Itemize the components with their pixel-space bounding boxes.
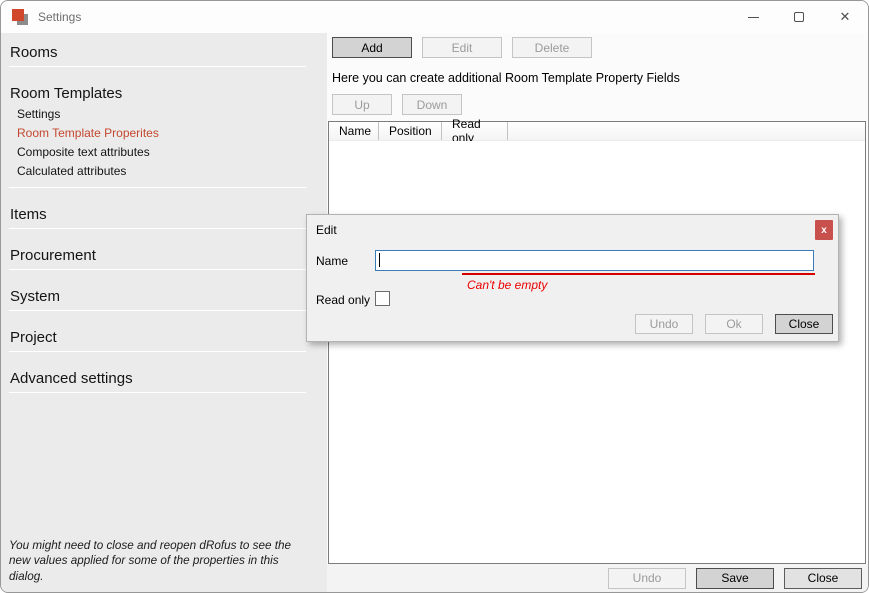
name-label: Name bbox=[316, 254, 348, 268]
table-header: Name Position Read only bbox=[329, 122, 865, 141]
dialog-close-action-button[interactable]: Close bbox=[775, 314, 833, 334]
section-divider bbox=[9, 66, 306, 67]
edit-dialog: Edit x Name Can't be empty Read only Und… bbox=[306, 214, 839, 342]
sidebar-item-room-templates[interactable]: Room Templates bbox=[1, 84, 327, 105]
minimize-icon bbox=[748, 17, 759, 18]
sidebar-item-settings[interactable]: Settings bbox=[1, 105, 327, 124]
section-divider bbox=[9, 310, 306, 311]
section-divider bbox=[9, 187, 306, 188]
section-divider bbox=[9, 392, 306, 393]
title-bar: Settings ✕ bbox=[1, 1, 868, 33]
table-body[interactable] bbox=[329, 141, 865, 563]
add-button[interactable]: Add bbox=[332, 37, 412, 58]
column-header-read-only[interactable]: Read only bbox=[442, 122, 508, 140]
delete-button[interactable]: Delete bbox=[512, 37, 592, 58]
settings-window: Settings ✕ Rooms Room Templates Settings… bbox=[0, 0, 869, 593]
name-field-wrap bbox=[375, 250, 814, 271]
undo-button[interactable]: Undo bbox=[608, 568, 686, 589]
validation-underline bbox=[462, 273, 815, 275]
column-header-position[interactable]: Position bbox=[379, 122, 442, 140]
sidebar: Rooms Room Templates Settings Room Templ… bbox=[1, 33, 327, 592]
sidebar-item-composite-text-attributes[interactable]: Composite text attributes bbox=[1, 143, 327, 162]
text-caret bbox=[379, 253, 380, 267]
dialog-undo-button[interactable]: Undo bbox=[635, 314, 693, 334]
column-header-name[interactable]: Name bbox=[329, 122, 379, 140]
toolbar: Add Edit Delete bbox=[332, 37, 868, 58]
sidebar-item-system[interactable]: System bbox=[1, 287, 327, 308]
sidebar-footnote: You might need to close and reopen dRofu… bbox=[9, 538, 309, 585]
read-only-label: Read only bbox=[316, 293, 370, 307]
footer-bar: Undo Save Close bbox=[327, 564, 868, 592]
sidebar-item-rooms[interactable]: Rooms bbox=[1, 43, 327, 64]
maximize-icon bbox=[794, 12, 804, 22]
app-icon-red-square bbox=[12, 9, 24, 21]
up-button[interactable]: Up bbox=[332, 94, 392, 115]
sidebar-item-procurement[interactable]: Procurement bbox=[1, 246, 327, 267]
app-icon bbox=[11, 8, 29, 26]
dialog-title: Edit bbox=[316, 223, 337, 237]
save-button[interactable]: Save bbox=[696, 568, 774, 589]
sidebar-item-calculated-attributes[interactable]: Calculated attributes bbox=[1, 162, 327, 181]
window-title: Settings bbox=[38, 10, 81, 24]
dialog-close-button[interactable]: x bbox=[815, 220, 833, 240]
readonly-checkbox[interactable] bbox=[375, 291, 390, 306]
maximize-button[interactable] bbox=[776, 1, 822, 33]
properties-table: Name Position Read only bbox=[328, 121, 866, 564]
sidebar-item-room-template-properties[interactable]: Room Template Properites bbox=[1, 124, 327, 143]
down-button[interactable]: Down bbox=[402, 94, 462, 115]
section-divider bbox=[9, 351, 306, 352]
dialog-ok-button[interactable]: Ok bbox=[705, 314, 763, 334]
close-button[interactable]: ✕ bbox=[822, 1, 868, 33]
window-controls: ✕ bbox=[730, 1, 868, 33]
validation-error: Can't be empty bbox=[467, 278, 547, 292]
section-divider bbox=[9, 269, 306, 270]
close-main-button[interactable]: Close bbox=[784, 568, 862, 589]
close-icon: ✕ bbox=[840, 9, 851, 25]
sidebar-item-items[interactable]: Items bbox=[1, 205, 327, 226]
dialog-close-icon: x bbox=[821, 225, 827, 236]
name-field[interactable] bbox=[375, 250, 814, 271]
dialog-buttons: Undo Ok Close bbox=[635, 314, 833, 334]
minimize-button[interactable] bbox=[730, 1, 776, 33]
sidebar-item-project[interactable]: Project bbox=[1, 328, 327, 349]
order-buttons: Up Down bbox=[332, 94, 868, 115]
panel-description: Here you can create additional Room Temp… bbox=[332, 71, 868, 85]
section-divider bbox=[9, 228, 306, 229]
sidebar-item-advanced-settings[interactable]: Advanced settings bbox=[1, 369, 327, 390]
edit-button[interactable]: Edit bbox=[422, 37, 502, 58]
